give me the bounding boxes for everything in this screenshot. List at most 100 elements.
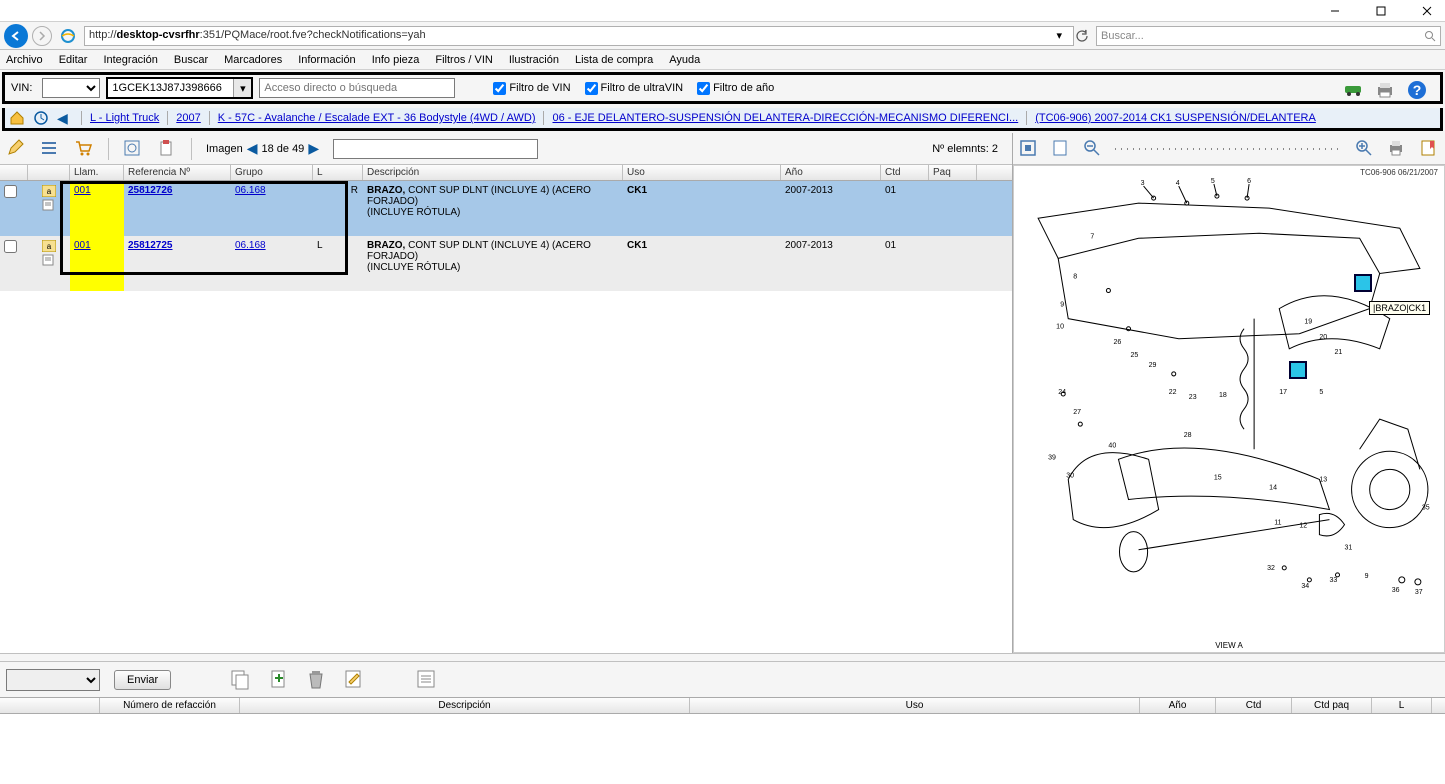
list-icon[interactable]	[40, 139, 60, 159]
filter-ano-checkbox[interactable]: Filtro de año	[697, 82, 774, 95]
diagram-viewer[interactable]: TC06-906 06/21/2007	[1013, 165, 1445, 653]
footer-col-ano[interactable]: Año	[1140, 698, 1216, 713]
image-prev-button[interactable]: ◀	[247, 140, 258, 157]
ref-link[interactable]: 25812726	[128, 185, 173, 196]
zoom-slider[interactable]	[1115, 148, 1343, 150]
row-checkbox[interactable]	[4, 185, 17, 198]
col-desc[interactable]: Descripción	[363, 165, 623, 180]
bookmark-icon[interactable]	[1419, 139, 1439, 159]
note-icon[interactable]: a	[42, 185, 56, 197]
preview-icon[interactable]	[123, 139, 143, 159]
col-uso[interactable]: Uso	[623, 165, 781, 180]
breadcrumb-link-2[interactable]: K - 57C - Avalanche / Escalade EXT - 36 …	[218, 112, 536, 124]
ctd-cell: 01	[881, 236, 929, 291]
svg-text:23: 23	[1189, 394, 1197, 401]
footer-col-l[interactable]: L	[1372, 698, 1432, 713]
delete-icon[interactable]	[305, 668, 329, 692]
menu-editar[interactable]: Editar	[59, 54, 88, 66]
note-icon[interactable]: a	[42, 240, 56, 252]
col-ano[interactable]: Año	[781, 165, 881, 180]
note-icon[interactable]	[343, 668, 367, 692]
footer-col-desc[interactable]: Descripción	[240, 698, 690, 713]
menu-filtros-vin[interactable]: Filtros / VIN	[435, 54, 492, 66]
window-close-button[interactable]	[1413, 1, 1441, 21]
address-bar[interactable]: http://desktop-cvsrfhr:351/PQMace/root.f…	[84, 26, 1074, 46]
doc-icon[interactable]	[42, 199, 56, 211]
copy-icon[interactable]	[229, 668, 253, 692]
history-icon[interactable]	[33, 110, 49, 126]
cart-icon[interactable]	[74, 139, 94, 159]
browser-search-box[interactable]: Buscar...	[1096, 26, 1441, 46]
breadcrumb-link-3[interactable]: 06 - EJE DELANTERO-SUSPENSIÓN DELANTERA-…	[552, 112, 1018, 124]
llam-link[interactable]: 001	[74, 185, 91, 196]
refresh-button[interactable]	[1072, 26, 1092, 46]
col-llam[interactable]: Llam.	[70, 165, 124, 180]
svg-text:25: 25	[1131, 352, 1139, 359]
print-icon[interactable]	[1375, 80, 1397, 102]
filter-vin-checkbox[interactable]: Filtro de VIN	[493, 82, 570, 95]
clipboard-icon[interactable]	[157, 139, 177, 159]
col-l[interactable]: L	[313, 165, 363, 180]
ref-link[interactable]: 25812725	[128, 240, 173, 251]
table-row[interactable]: a 001 25812726 06.168 R BRAZO, CONT SUP …	[0, 181, 1012, 236]
action-select[interactable]	[6, 669, 100, 691]
col-ctd[interactable]: Ctd	[881, 165, 929, 180]
breadcrumb-link-4[interactable]: (TC06-906) 2007-2014 CK1 SUSPENSIÓN/DELA…	[1035, 112, 1316, 124]
filter-ultravin-checkbox[interactable]: Filtro de ultraVIN	[585, 82, 684, 95]
col-paq[interactable]: Paq	[929, 165, 977, 180]
parts-search-input[interactable]	[333, 139, 538, 159]
svg-text:12: 12	[1299, 523, 1307, 530]
edit-icon[interactable]	[6, 139, 26, 159]
grupo-link[interactable]: 06.168	[235, 240, 266, 251]
breadcrumb-back-icon[interactable]: ◀	[57, 110, 73, 126]
row-checkbox[interactable]	[4, 240, 17, 253]
breadcrumb-link-1[interactable]: 2007	[176, 112, 200, 124]
forward-button[interactable]	[32, 26, 52, 46]
enviar-button[interactable]: Enviar	[114, 670, 171, 690]
llam-link[interactable]: 001	[74, 240, 91, 251]
window-minimize-button[interactable]	[1321, 1, 1349, 21]
vehicle-icon[interactable]	[1343, 80, 1365, 102]
url-dropdown-icon[interactable]: ▾	[1056, 29, 1062, 42]
vin-input[interactable]	[108, 79, 233, 97]
menu-marcadores[interactable]: Marcadores	[224, 54, 282, 66]
col-ref[interactable]: Referencia Nº	[124, 165, 231, 180]
footer-col-ref[interactable]: Número de refacción	[100, 698, 240, 713]
vin-dropdown-button[interactable]: ▾	[233, 79, 251, 97]
diagram-callout-1[interactable]	[1354, 274, 1372, 292]
footer-col-ctd[interactable]: Ctd	[1216, 698, 1292, 713]
menu-informacion[interactable]: Información	[298, 54, 355, 66]
zoom-in-icon[interactable]	[1355, 139, 1375, 159]
menu-archivo[interactable]: Archivo	[6, 54, 43, 66]
menu-ayuda[interactable]: Ayuda	[669, 54, 700, 66]
footer-col-blank[interactable]	[0, 698, 100, 713]
quick-search-input[interactable]	[259, 78, 455, 98]
zoom-out-icon[interactable]	[1083, 139, 1103, 159]
svg-text:a: a	[46, 187, 51, 196]
menu-buscar[interactable]: Buscar	[174, 54, 208, 66]
table-row[interactable]: a 001 25812725 06.168 L BRAZO, CONT SUP …	[0, 236, 1012, 291]
menu-ilustracion[interactable]: Ilustración	[509, 54, 559, 66]
home-icon[interactable]	[9, 110, 25, 126]
footer-col-ctdpaq[interactable]: Ctd paq	[1292, 698, 1372, 713]
col-grupo[interactable]: Grupo	[231, 165, 313, 180]
back-button[interactable]	[4, 24, 28, 48]
grupo-link[interactable]: 06.168	[235, 185, 266, 196]
add-icon[interactable]	[267, 668, 291, 692]
fit-icon[interactable]	[1019, 139, 1039, 159]
image-next-button[interactable]: ▶	[308, 140, 319, 157]
print-icon[interactable]	[1387, 139, 1407, 159]
help-icon[interactable]: ?	[1407, 80, 1429, 102]
vin-type-select[interactable]	[42, 78, 100, 98]
menu-lista-compra[interactable]: Lista de compra	[575, 54, 653, 66]
footer-col-uso[interactable]: Uso	[690, 698, 1140, 713]
menu-info-pieza[interactable]: Info pieza	[372, 54, 420, 66]
lines-icon[interactable]	[415, 668, 439, 692]
doc-icon[interactable]	[42, 254, 56, 266]
menu-integracion[interactable]: Integración	[103, 54, 157, 66]
side-value: R	[313, 181, 363, 236]
page-icon[interactable]	[1051, 139, 1071, 159]
breadcrumb-link-0[interactable]: L - Light Truck	[90, 112, 159, 124]
diagram-callout-2[interactable]	[1289, 361, 1307, 379]
window-maximize-button[interactable]	[1367, 1, 1395, 21]
